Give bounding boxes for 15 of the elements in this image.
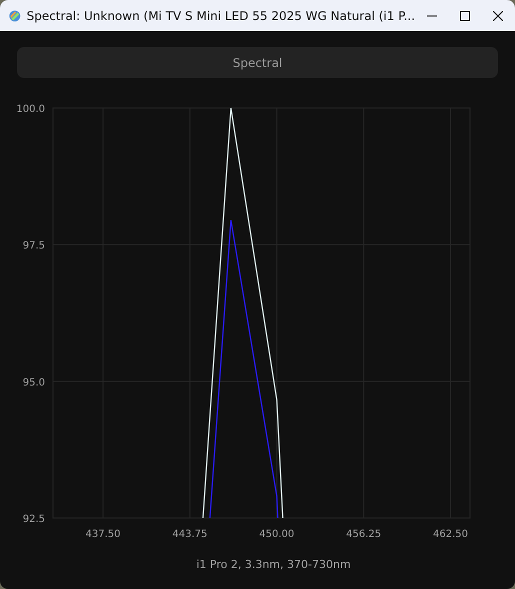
x-axis-label: i1 Pro 2, 3.3nm, 370-730nm — [196, 558, 351, 571]
maximize-icon — [460, 10, 470, 20]
x-tick-label: 437.50 — [86, 529, 121, 540]
x-tick-label: 462.50 — [433, 529, 468, 540]
close-icon — [493, 10, 504, 20]
y-tick-label: 95.0 — [22, 377, 45, 388]
x-tick-label: 456.25 — [346, 529, 382, 540]
mode-button[interactable]: Spectral — [17, 47, 498, 78]
window-title: Spectral: Unknown (Mi TV S Mini LED 55 2025 WG Natural (i1 P... — [26, 8, 416, 22]
y-tick-label: 92.5 — [22, 514, 45, 525]
x-tick-label: 443.75 — [172, 529, 208, 540]
x-tick-label: 450.00 — [259, 529, 294, 540]
y-tick-label: 100.0 — [16, 104, 45, 115]
y-tick-label: 97.5 — [22, 240, 45, 252]
app-logo-icon — [9, 8, 21, 24]
